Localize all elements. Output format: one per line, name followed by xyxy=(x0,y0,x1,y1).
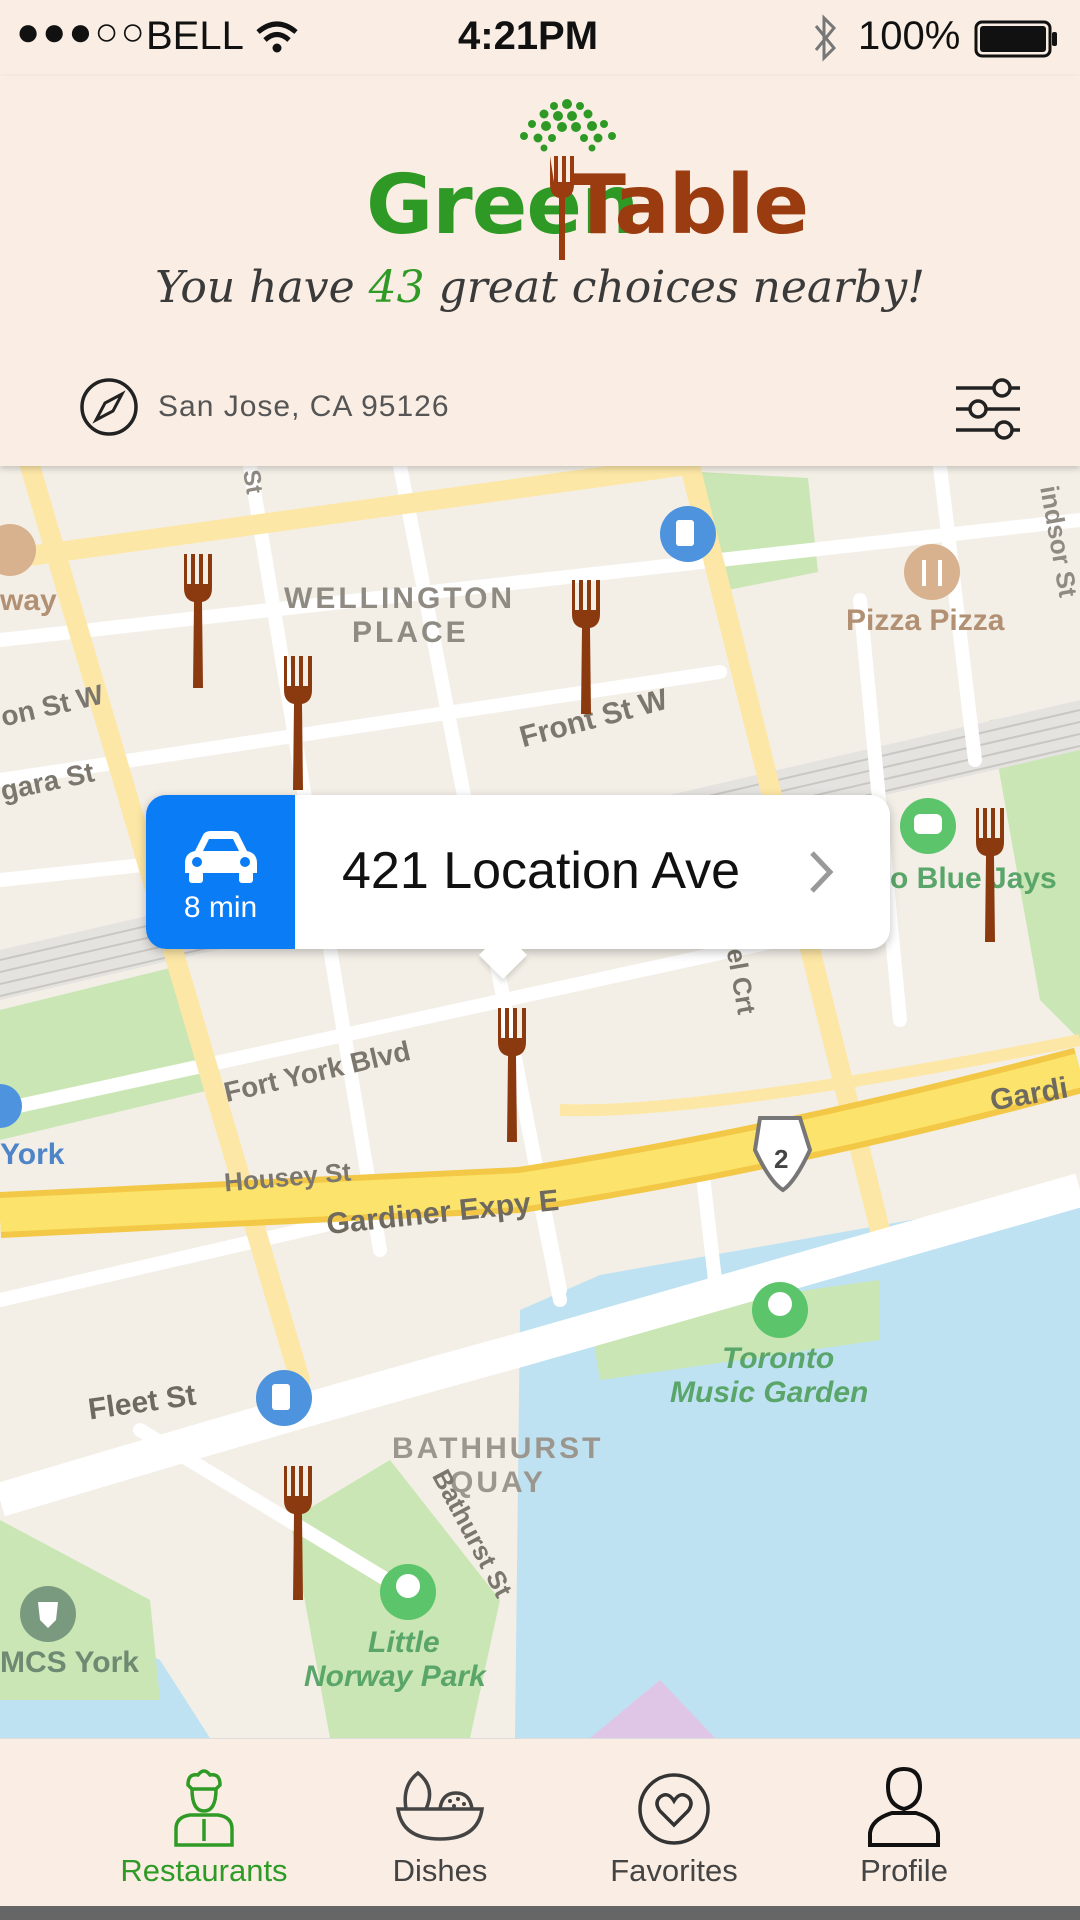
tagline-suffix: great choices nearby! xyxy=(424,262,925,313)
bluetooth-icon xyxy=(814,14,837,62)
tagline-prefix: You have xyxy=(155,262,369,313)
map-label: Toronto xyxy=(722,1342,835,1375)
bottom-edge xyxy=(0,1906,1080,1920)
status-bar: ●●●○○ BELL 4:21PM 100% xyxy=(0,0,1080,76)
map-label: way xyxy=(0,584,57,617)
fork-pin-icon[interactable] xyxy=(282,656,314,790)
logo-word-table: Table xyxy=(570,158,809,253)
battery-icon xyxy=(974,20,1057,58)
tab-label: Favorites xyxy=(610,1853,738,1888)
fork-pin-icon[interactable] xyxy=(570,580,602,714)
battery-percent: 100% xyxy=(858,14,961,58)
map-label: York xyxy=(0,1138,65,1171)
map-label: Pizza Pizza xyxy=(846,604,1005,637)
map-label: Music Garden xyxy=(670,1376,869,1409)
clock: 4:21PM xyxy=(458,14,599,58)
wifi-icon xyxy=(256,21,298,53)
tab-profile[interactable]: Profile xyxy=(794,1739,1014,1907)
car-icon xyxy=(185,831,257,883)
map-label: PLACE xyxy=(352,616,469,649)
drive-time-button[interactable]: 8 min xyxy=(146,795,295,949)
tab-label: Dishes xyxy=(392,1853,488,1888)
tab-dishes[interactable]: Dishes xyxy=(330,1739,550,1907)
route-shield-label: 2 xyxy=(774,1144,789,1174)
drive-time: 8 min xyxy=(183,891,258,924)
tree-logo-icon xyxy=(520,99,616,152)
dish-icon xyxy=(395,1770,485,1841)
fork-pin-icon[interactable] xyxy=(496,1008,528,1142)
fork-pin-icon[interactable] xyxy=(282,1466,314,1600)
fork-pin-icon[interactable] xyxy=(974,808,1006,942)
map-label: BATHHURST xyxy=(392,1432,604,1465)
tab-restaurants[interactable]: Restaurants xyxy=(94,1739,314,1907)
user-icon xyxy=(868,1766,940,1847)
map-label: St xyxy=(237,467,268,497)
tagline: You have 43 great choices nearby! xyxy=(0,262,1080,313)
fork-pin-icon[interactable] xyxy=(182,554,214,688)
tab-favorites[interactable]: Favorites xyxy=(564,1739,784,1907)
map-label: WELLINGTON xyxy=(284,582,516,615)
chef-icon xyxy=(174,1769,234,1847)
choices-count: 43 xyxy=(368,262,425,313)
tab-label: Restaurants xyxy=(120,1853,288,1888)
carrier-name: BELL xyxy=(146,14,244,58)
map-label: Little xyxy=(368,1626,440,1659)
map-label: MCS York xyxy=(0,1646,139,1679)
filter-sliders-icon[interactable] xyxy=(952,376,1024,442)
compass-icon[interactable] xyxy=(78,376,140,438)
app-header: Green Table You have 43 great choices ne… xyxy=(0,76,1080,466)
app-logo: Green Table xyxy=(366,76,809,276)
location-label[interactable]: San Jose, CA 95126 xyxy=(158,390,450,424)
map-view[interactable]: St indsor St WELLINGTON PLACE Front St W… xyxy=(0,466,1080,1738)
callout-address[interactable]: 421 Location Ave xyxy=(342,841,740,901)
map-label: Norway Park xyxy=(304,1660,486,1693)
chevron-right-icon[interactable] xyxy=(806,849,836,895)
tab-label: Profile xyxy=(860,1853,948,1888)
tab-bar: Restaurants Dishes Favorites Profile xyxy=(0,1738,1080,1907)
map-canvas xyxy=(0,466,1080,1738)
signal-strength: ●●●○○ xyxy=(16,10,147,54)
location-callout[interactable]: 8 min 421 Location Ave xyxy=(146,795,890,980)
heart-icon xyxy=(638,1773,710,1845)
